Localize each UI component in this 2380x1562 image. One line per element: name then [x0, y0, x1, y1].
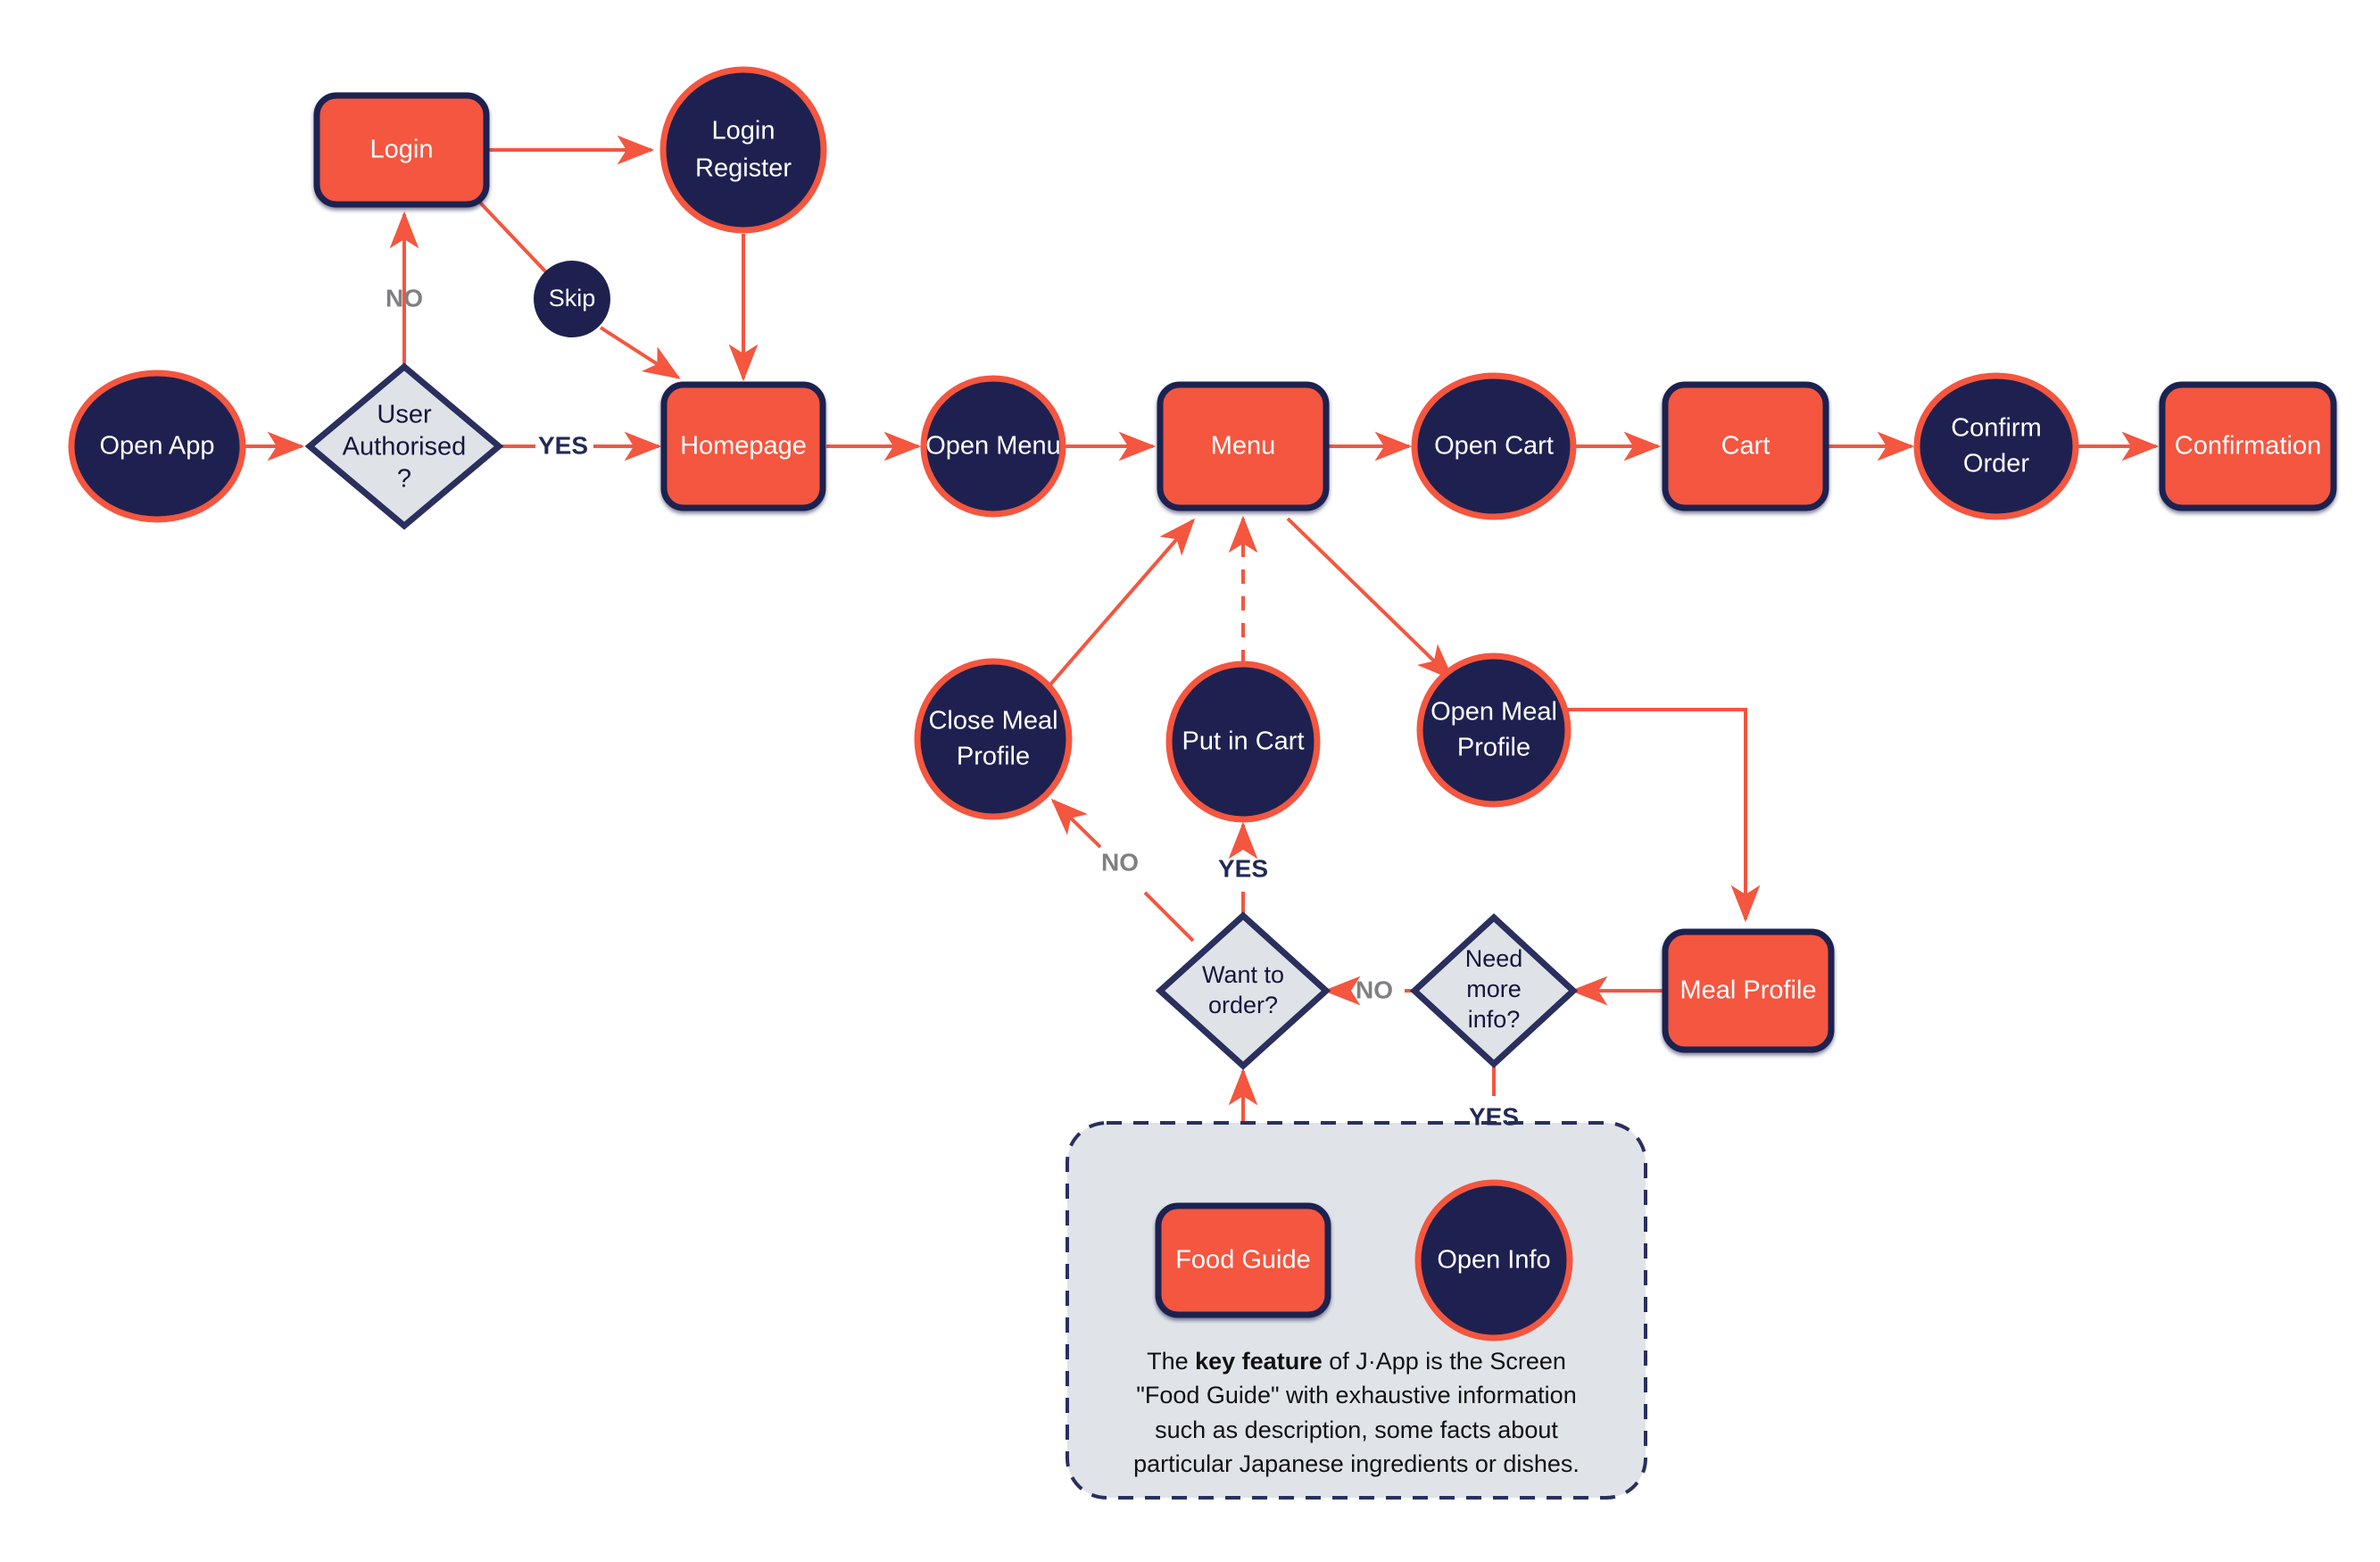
node-put-in-cart-label: Put in Cart — [1182, 727, 1305, 756]
node-meal-profile[interactable]: Meal Profile — [1662, 928, 1835, 1053]
edge-label-no-auth-login: NO — [386, 284, 423, 312]
edge-closemeal-menu — [1048, 518, 1196, 687]
node-confirmation-label: Confirmation — [2175, 432, 2321, 461]
edge-menu-openmeal — [1286, 517, 1455, 681]
node-open-cart-label: Open Cart — [1434, 432, 1554, 461]
node-login-register-label-1: Login — [712, 117, 775, 145]
node-user-authorised[interactable]: User Authorised ? — [304, 362, 504, 530]
node-want-to-order[interactable]: Want to order? — [1155, 911, 1331, 1070]
node-close-meal-profile-label-2: Profile — [957, 743, 1030, 771]
node-open-app[interactable]: Open App — [68, 370, 246, 523]
node-need-more-info-label-3: info? — [1468, 1006, 1521, 1033]
node-put-in-cart[interactable]: Put in Cart — [1165, 661, 1321, 823]
node-need-more-info-label-2: more — [1466, 976, 1522, 1002]
node-want-to-order-label-2: order? — [1208, 992, 1278, 1018]
node-menu[interactable]: Menu — [1157, 381, 1330, 511]
edge-skip-homepage — [599, 326, 681, 379]
node-skip[interactable]: Skip — [534, 261, 610, 337]
edge-label-no-info-order: NO — [1356, 976, 1393, 1003]
note-key-feature: key feature — [1195, 1348, 1323, 1375]
note-line-4: particular Japanese ingredients or dishe… — [1133, 1450, 1580, 1477]
node-close-meal-profile-label-1: Close Meal — [928, 707, 1057, 735]
note-line-2: "Food Guide" with exhaustive information — [1136, 1382, 1577, 1409]
node-open-meal-profile[interactable]: Open Meal Profile — [1416, 652, 1571, 808]
note-line-1-dot: · — [1367, 1348, 1376, 1375]
note-line-1-a: The — [1147, 1348, 1196, 1375]
node-need-more-info-label-1: Need — [1465, 945, 1523, 972]
node-skip-label: Skip — [549, 285, 596, 312]
note-line-1-c: of J — [1322, 1348, 1368, 1375]
edge-login-skip — [478, 201, 548, 274]
node-open-cart[interactable]: Open Cart — [1411, 372, 1577, 520]
node-login[interactable]: Login — [313, 92, 490, 208]
edge-label-no-order-close: NO — [1101, 848, 1139, 876]
note-line-3: such as description, some facts about — [1155, 1416, 1558, 1443]
node-open-meal-profile-label-1: Open Meal — [1430, 698, 1557, 727]
flowchart-canvas: Login Login Register Skip Open App User … — [0, 0, 2380, 1562]
note-line-1-d: App is the Screen — [1375, 1348, 1566, 1375]
node-user-authorised-label-2: Authorised — [343, 433, 467, 461]
node-open-meal-profile-label-2: Profile — [1457, 734, 1530, 762]
node-login-register-label-2: Register — [695, 154, 792, 183]
node-login-register[interactable]: Login Register — [659, 66, 827, 234]
node-meal-profile-label: Meal Profile — [1679, 976, 1816, 1005]
food-guide-note: The key feature of J·App is the Screen "… — [1067, 1123, 1646, 1498]
node-need-more-info[interactable]: Need more info? — [1409, 913, 1579, 1068]
node-open-app-label: Open App — [100, 432, 215, 461]
edge-openmeal-mealprofile — [1567, 708, 1761, 923]
node-homepage-label: Homepage — [680, 432, 807, 461]
note-line-1: The key feature of J·App is the Screen — [1085, 1344, 1628, 1378]
node-confirm-order-label-1: Confirm — [1951, 414, 2042, 443]
node-user-authorised-label-3: ? — [397, 465, 411, 494]
node-cart[interactable]: Cart — [1662, 381, 1829, 511]
edge-wantorder-closemeal-no-b — [1050, 798, 1102, 849]
node-open-menu[interactable]: Open Menu — [920, 375, 1066, 518]
edge-label-yes-auth-home: YES — [538, 431, 588, 459]
node-menu-label: Menu — [1211, 432, 1276, 461]
food-guide-note-text: The key feature of J·App is the Screen "… — [1085, 1344, 1628, 1481]
node-close-meal-profile[interactable]: Close Meal Profile — [914, 658, 1073, 820]
node-cart-label: Cart — [1721, 432, 1770, 461]
node-open-menu-label: Open Menu — [925, 432, 1061, 461]
edge-wantorder-closemeal-no-a — [1143, 891, 1195, 943]
node-login-label: Login — [370, 136, 434, 164]
node-homepage[interactable]: Homepage — [660, 381, 826, 511]
edge-label-yes-order-cart: YES — [1218, 854, 1268, 882]
node-user-authorised-label-1: User — [377, 401, 432, 429]
node-want-to-order-label-1: Want to — [1202, 961, 1284, 988]
node-confirm-order-label-2: Order — [1963, 450, 2029, 478]
node-confirm-order[interactable]: Confirm Order — [1913, 372, 2079, 520]
node-confirmation[interactable]: Confirmation — [2159, 381, 2337, 511]
